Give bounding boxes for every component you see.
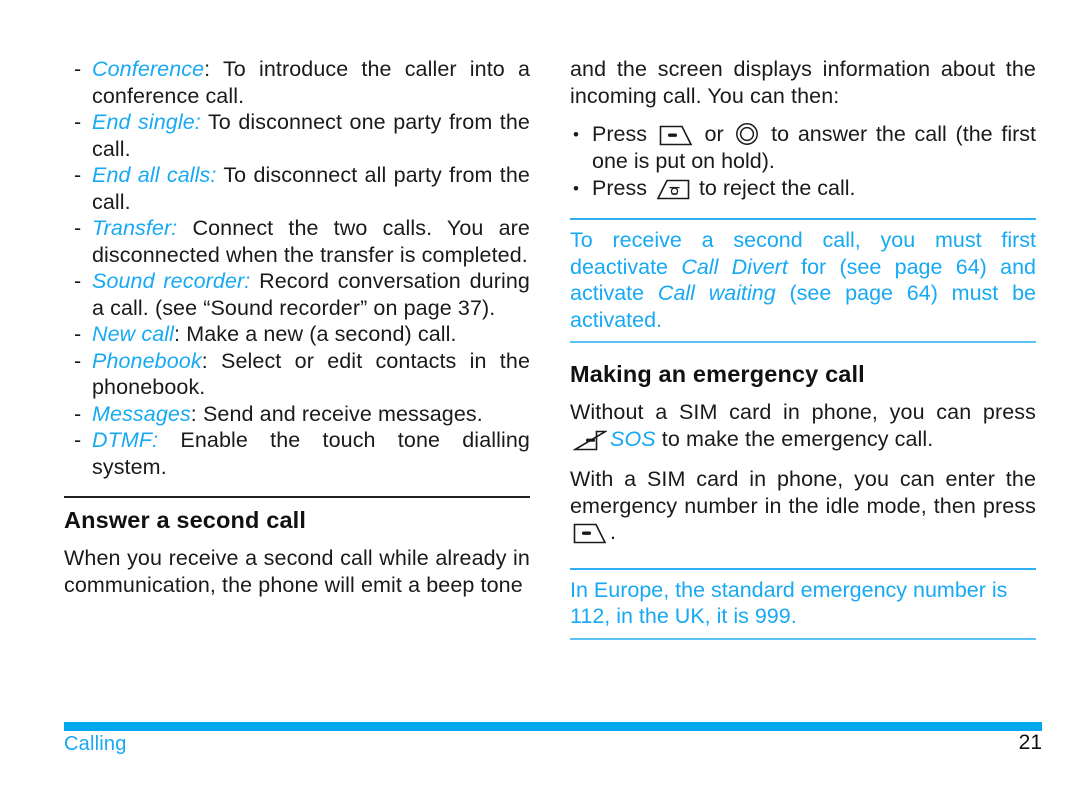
list-item-reject: Press to reject the call. xyxy=(570,175,1036,202)
footer-section-label: Calling xyxy=(64,733,127,755)
or-label: or xyxy=(704,122,724,146)
sos-part1: Without a SIM card in phone, you can pre… xyxy=(570,400,1036,424)
intro-paragraph: and the screen displays information abou… xyxy=(570,57,1036,108)
sim-part2: . xyxy=(610,520,617,544)
option-text: Enable the touch tone dialling system. xyxy=(92,428,530,479)
list-item: Conference: To introduce the caller into… xyxy=(64,56,530,109)
list-item: End single: To disconnect one party from… xyxy=(64,109,530,162)
sim-part1: With a SIM card in phone, you can enter … xyxy=(570,467,1036,518)
option-term: DTMF: xyxy=(92,428,159,452)
reject-tail-text: to reject the call. xyxy=(698,176,856,200)
call-key-icon xyxy=(573,523,607,544)
option-term: Sound recorder: xyxy=(92,269,251,293)
right-column: and the screen displays information abou… xyxy=(570,56,1036,654)
list-item: Transfer: Connect the two calls. You are… xyxy=(64,215,530,268)
list-item-answer: Press or to answer the call (the first o… xyxy=(570,121,1036,175)
manual-page: Conference: To introduce the caller into… xyxy=(0,0,1080,810)
list-item: Sound recorder: Record conversation duri… xyxy=(64,268,530,321)
page-title: Answer a second call xyxy=(64,507,307,533)
list-item: DTMF: Enable the touch tone dialling sys… xyxy=(64,427,530,480)
sos-part2: to make the emergency call. xyxy=(655,426,934,451)
note-emergency-numbers: In Europe, the standard emergency number… xyxy=(570,567,1036,640)
list-item: Phonebook: Select or edit contacts in th… xyxy=(64,348,530,401)
option-term: Transfer: xyxy=(92,216,178,240)
call-key-icon xyxy=(659,125,693,146)
press-label: Press xyxy=(592,176,647,200)
note-call-waiting: To receive a second call, you must first… xyxy=(570,218,1036,343)
list-item: Messages: Send and receive messages. xyxy=(64,401,530,428)
body-paragraph: When you receive a second call while alr… xyxy=(64,546,530,597)
section-title-emergency: Making an emergency call xyxy=(570,361,865,387)
list-item: End all calls: To disconnect all party f… xyxy=(64,162,530,215)
left-column: Conference: To introduce the caller into… xyxy=(64,56,530,602)
section-divider xyxy=(64,496,530,498)
sos-key-icon xyxy=(573,430,607,451)
note-text: To receive a second call, you must first… xyxy=(570,227,1036,333)
sos-paragraph: Without a SIM card in phone, you can pre… xyxy=(570,399,1036,452)
page-number: 21 xyxy=(1018,731,1042,754)
ok-key-icon xyxy=(735,122,759,146)
hangup-key-icon xyxy=(656,179,690,200)
note-term-call-divert: Call Divert xyxy=(681,254,788,279)
note-term-call-waiting: Call waiting xyxy=(657,281,776,305)
option-term: Messages xyxy=(92,401,191,426)
option-text: Make a new (a second) call. xyxy=(180,322,457,346)
option-term: Conference xyxy=(92,57,205,81)
sos-label: SOS xyxy=(610,426,656,451)
option-term: End single: xyxy=(92,110,201,134)
list-item: New call: Make a new (a second) call. xyxy=(64,321,530,348)
note-text: In Europe, the standard emergency number… xyxy=(570,577,1008,629)
sim-paragraph: With a SIM card in phone, you can enter … xyxy=(570,466,1036,546)
option-term: Phonebook xyxy=(92,348,202,373)
footer-rule xyxy=(64,722,1042,731)
option-text: Send and receive messages. xyxy=(196,401,483,426)
option-term: End all calls: xyxy=(92,163,217,187)
press-label: Press xyxy=(592,122,647,146)
option-term: New call xyxy=(92,322,175,346)
